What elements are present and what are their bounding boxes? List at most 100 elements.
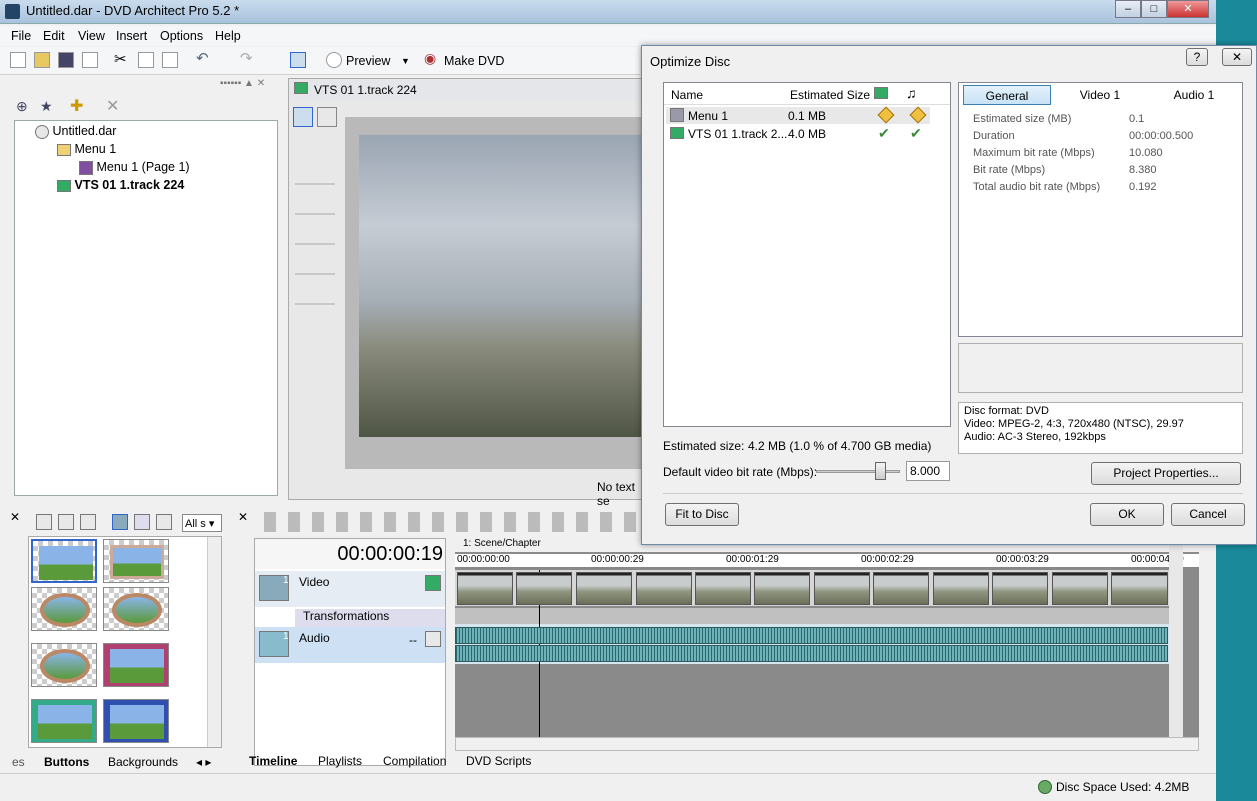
tree-root[interactable]: Untitled.dar	[35, 124, 116, 139]
bitrate-input[interactable]: 8.000	[906, 461, 950, 481]
chapter-marker[interactable]: 1: Scene/Chapter	[463, 538, 541, 549]
button-thumb-7[interactable]	[31, 699, 97, 743]
tab-compilation[interactable]: Compilation	[383, 754, 446, 768]
tab-audio[interactable]: Audio 1	[1149, 85, 1239, 105]
speaker-icon[interactable]	[425, 631, 441, 647]
timeline-vscroll[interactable]	[1169, 536, 1183, 748]
tab-buttons[interactable]: Buttons	[44, 755, 89, 769]
close-button[interactable]: ✕	[1167, 0, 1209, 18]
menu-insert[interactable]: Insert	[116, 29, 147, 43]
select-tool-icon[interactable]	[290, 52, 306, 68]
project-properties-button[interactable]: Project Properties...	[1091, 462, 1241, 485]
video-clip-frame[interactable]	[814, 572, 870, 605]
align-icons[interactable]	[295, 163, 335, 313]
audio-waveform-left[interactable]	[455, 627, 1168, 644]
preview-button[interactable]: Preview	[346, 54, 390, 68]
undo-icon[interactable]: ↶	[196, 49, 212, 67]
tree-track[interactable]: VTS 01 1.track 224	[57, 178, 184, 192]
button-thumb-5[interactable]	[31, 643, 97, 687]
menu-edit[interactable]: Edit	[43, 29, 65, 43]
timeline-hscroll[interactable]	[455, 737, 1199, 751]
preview-dropdown-icon[interactable]: ▼	[401, 56, 410, 66]
library-scrollbar[interactable]	[207, 537, 221, 747]
maximize-button[interactable]: □	[1141, 0, 1167, 18]
track-filmstrip-icon[interactable]	[425, 575, 441, 591]
paste-icon[interactable]	[162, 52, 178, 68]
close-icon[interactable]: ✕	[10, 510, 20, 524]
star-icon[interactable]: ★	[40, 98, 53, 115]
tree-page[interactable]: Menu 1 (Page 1)	[79, 160, 190, 175]
video-clip-frame[interactable]	[933, 572, 989, 605]
dialog-close-button[interactable]: ✕	[1222, 48, 1252, 66]
audio-waveform-right[interactable]	[455, 645, 1168, 662]
list-row-menu[interactable]: Menu 1 0.1 MB	[666, 106, 930, 124]
video-clip-frame[interactable]	[754, 572, 810, 605]
add-icon[interactable]: ✚	[70, 96, 83, 116]
menu-options[interactable]: Options	[160, 29, 203, 43]
tab-timeline[interactable]: Timeline	[249, 754, 297, 768]
cancel-button[interactable]: Cancel	[1171, 503, 1245, 526]
button-thumb-1[interactable]	[31, 539, 97, 583]
timeline-toolbar[interactable]	[258, 512, 638, 532]
video-clip-frame[interactable]	[1111, 572, 1168, 605]
tab-general[interactable]: General	[963, 85, 1051, 105]
arrow-tool-icon[interactable]	[293, 107, 313, 127]
small-view-icon[interactable]	[134, 514, 150, 530]
tree-menu[interactable]: Menu 1	[57, 142, 116, 156]
new-folder-icon[interactable]	[36, 514, 52, 530]
button-thumb-4[interactable]	[103, 587, 169, 631]
delete-icon[interactable]: ✕	[106, 96, 119, 116]
warning-icon[interactable]	[909, 106, 927, 124]
column-name[interactable]: Name	[671, 88, 703, 102]
bitrate-slider[interactable]	[816, 470, 900, 473]
video-clip-frame[interactable]	[873, 572, 929, 605]
save-as-icon[interactable]	[82, 52, 98, 68]
tab-video[interactable]: Video 1	[1057, 85, 1143, 105]
redo-icon[interactable]: ↷	[240, 49, 256, 67]
tab-backgrounds[interactable]: Backgrounds	[108, 755, 178, 769]
video-clip-frame[interactable]	[576, 572, 632, 605]
warning-icon[interactable]	[877, 106, 895, 124]
column-size[interactable]: Estimated Size	[790, 88, 870, 102]
video-clip-frame[interactable]	[516, 572, 572, 605]
ok-button[interactable]: OK	[1090, 503, 1164, 526]
menu-view[interactable]: View	[78, 29, 105, 43]
new-icon[interactable]	[10, 52, 26, 68]
bitrate-slider-thumb[interactable]	[875, 462, 886, 480]
transformations-row[interactable]: Transformations	[295, 609, 445, 627]
audio-stream-select[interactable]: --	[409, 633, 417, 647]
tab-effects[interactable]: es	[12, 755, 25, 769]
fit-to-disc-button[interactable]: Fit to Disc	[665, 503, 739, 526]
filter-select[interactable]: All s ▾	[182, 514, 222, 532]
audio-column-icon[interactable]: ♫	[906, 85, 917, 101]
button-thumb-3[interactable]	[31, 587, 97, 631]
folder-icon[interactable]	[80, 514, 96, 530]
close-icon[interactable]: ✕	[238, 510, 248, 524]
tab-scroll-arrows[interactable]: ◂ ▸	[196, 755, 211, 769]
transform-lane[interactable]	[455, 608, 1169, 624]
list-view-icon[interactable]	[156, 514, 172, 530]
open-icon[interactable]	[34, 52, 50, 68]
tab-dvd-scripts[interactable]: DVD Scripts	[466, 754, 531, 768]
help-button[interactable]: ?	[1186, 48, 1208, 66]
copy-icon[interactable]	[138, 52, 154, 68]
save-icon[interactable]	[58, 52, 74, 68]
audio-track-header[interactable]: 1 Audio --	[255, 627, 445, 663]
button-thumb-2[interactable]	[103, 539, 169, 583]
video-track-header[interactable]: 1 Video	[255, 571, 445, 607]
video-clip-frame[interactable]	[1052, 572, 1108, 605]
list-row-track[interactable]: VTS 01 1.track 2... 4.0 MB ✔ ✔	[666, 125, 930, 142]
cut-icon[interactable]: ✂	[114, 50, 130, 68]
video-clip-frame[interactable]	[457, 572, 513, 605]
menu-help[interactable]: Help	[215, 29, 241, 43]
button-thumb-8[interactable]	[103, 699, 169, 743]
large-view-icon[interactable]	[112, 514, 128, 530]
video-clip-frame[interactable]	[695, 572, 751, 605]
button-thumb-6[interactable]	[103, 643, 169, 687]
minimize-button[interactable]: –	[1115, 0, 1141, 18]
video-column-icon[interactable]	[874, 87, 888, 99]
tab-playlists[interactable]: Playlists	[318, 754, 362, 768]
video-clip-frame[interactable]	[636, 572, 692, 605]
menu-file[interactable]: File	[11, 29, 31, 43]
copy-folder-icon[interactable]	[58, 514, 74, 530]
